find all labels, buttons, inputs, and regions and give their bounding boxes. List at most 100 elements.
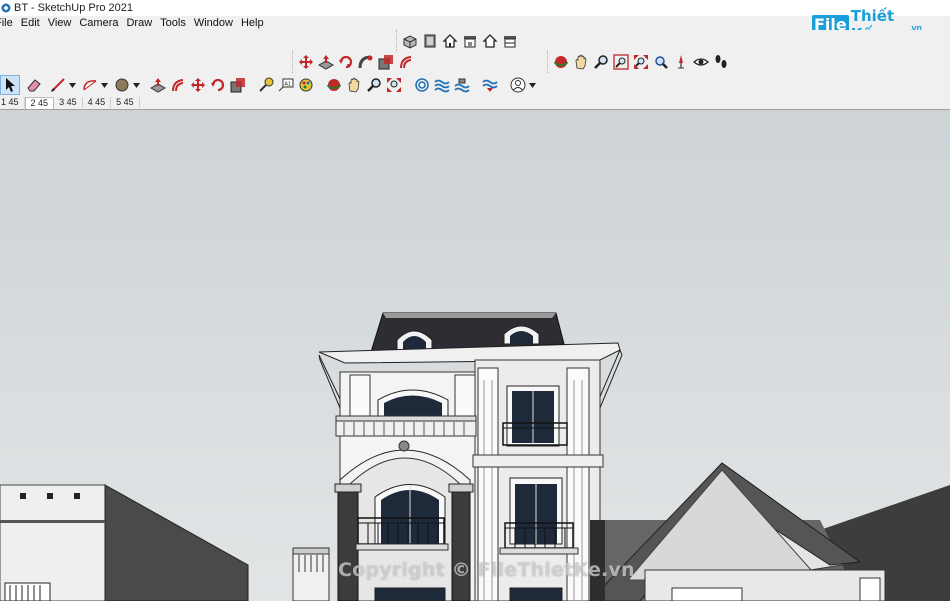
rotate-icon [339,55,353,69]
previous-view-tool-button[interactable] [651,52,671,72]
scale-icon [378,55,393,70]
chevron-down-icon [68,82,76,88]
model-viewport[interactable] [0,110,950,601]
paint-icon [299,78,313,92]
left-view-icon [504,36,516,48]
left-building [0,484,249,601]
position-camera-icon [678,55,684,69]
move-main-button[interactable] [188,75,208,95]
zoom-extents-tool-button[interactable] [631,52,651,72]
account-button[interactable] [508,75,528,95]
menu-camera[interactable]: Camera [75,17,122,29]
pan-icon [348,77,360,93]
position-camera-tool-button[interactable] [671,52,691,72]
chevron-down-icon [100,82,108,88]
move-icon [191,78,205,92]
look-around-tool-button[interactable] [691,52,711,72]
arc-dropdown[interactable] [100,75,108,95]
edit-toolbar [292,51,416,73]
pan-main-button[interactable] [344,75,364,95]
iso-view-button[interactable] [400,31,420,51]
look-around-icon [693,58,709,66]
scene-tab-5[interactable]: 5 45 [111,97,140,108]
walk-tool-button[interactable] [711,52,731,72]
text-icon: A1 [278,78,294,92]
select-tool-button[interactable] [0,75,20,95]
follow-me-icon [172,79,184,92]
menu-file[interactable]: File [0,17,17,29]
sandbox-stamp-button[interactable] [452,75,472,95]
sandbox-smoove-button[interactable] [432,75,452,95]
copyright-watermark: Copyright © FileThietKe.vn [338,559,635,581]
right-view-button[interactable] [460,31,480,51]
push-pull-tool-button[interactable] [316,52,336,72]
sandbox-contours-button[interactable] [412,75,432,95]
line-dropdown[interactable] [68,75,76,95]
follow-me-tool-button[interactable] [356,52,376,72]
scale-tool-button[interactable] [376,52,396,72]
pan-icon [575,54,587,70]
shape-dropdown[interactable] [132,75,140,95]
move-tool-button[interactable] [296,52,316,72]
orbit-icon [327,79,341,91]
chevron-down-icon [528,82,536,88]
tape-measure-tool-button[interactable] [256,75,276,95]
shape-tool-button[interactable] [112,75,132,95]
menu-draw[interactable]: Draw [122,17,156,29]
menu-help[interactable]: Help [237,17,268,29]
push-pull-icon [318,55,334,70]
toolbar-area: A1 [0,30,950,109]
right-view-icon [464,36,476,48]
zoom-icon [367,78,381,92]
scene-tab-1[interactable]: 1 45 [0,97,25,108]
follow-me-main-button[interactable] [168,75,188,95]
sandbox-stamp-icon [454,78,470,93]
sandbox-icon [415,78,429,92]
offset-icon [400,56,412,69]
zoom-extents-main-button[interactable] [384,75,404,95]
line-tool-button[interactable] [48,75,68,95]
offset-tool-button[interactable] [396,52,416,72]
zoom-window-tool-button[interactable] [611,52,631,72]
rotate-main-button[interactable] [208,75,228,95]
orbit-icon [554,56,568,68]
scene-tab-2[interactable]: 2 45 [24,97,55,109]
circle-shape-icon [115,78,129,92]
account-dropdown[interactable] [528,75,536,95]
menu-edit[interactable]: Edit [17,17,44,29]
paint-tool-button[interactable] [296,75,316,95]
previous-view-icon [655,56,668,69]
back-view-button[interactable] [480,31,500,51]
orbit-main-button[interactable] [324,75,344,95]
arc-tool-button[interactable] [80,75,100,95]
scale-main-button[interactable] [228,75,248,95]
scene-tab-3[interactable]: 3 45 [54,97,83,108]
account-icon [510,77,526,93]
front-view-button[interactable] [440,31,460,51]
iso-view-icon [403,35,417,49]
menu-view[interactable]: View [44,17,76,29]
push-pull-icon [150,78,166,93]
zoom-tool-button[interactable] [591,52,611,72]
svg-text:A1: A1 [285,82,292,88]
zoom-icon [594,55,608,69]
move-icon [299,55,313,69]
left-view-button[interactable] [500,31,520,51]
eraser-icon [27,79,41,92]
sandbox-drape-icon [482,79,498,92]
push-pull-main-button[interactable] [148,75,168,95]
eraser-tool-button[interactable] [24,75,44,95]
top-view-button[interactable] [420,31,440,51]
rotate-tool-button[interactable] [336,52,356,72]
orbit-tool-button[interactable] [551,52,571,72]
pan-tool-button[interactable] [571,52,591,72]
menu-window[interactable]: Window [190,17,237,29]
zoom-main-button[interactable] [364,75,384,95]
sandbox-smoove-icon [434,79,450,93]
chevron-down-icon [132,82,140,88]
menu-tools[interactable]: Tools [156,17,190,29]
sandbox-drape-button[interactable] [480,75,500,95]
text-tool-button[interactable]: A1 [276,75,296,95]
scene-tab-4[interactable]: 4 45 [83,97,112,108]
rotate-icon [211,78,225,92]
